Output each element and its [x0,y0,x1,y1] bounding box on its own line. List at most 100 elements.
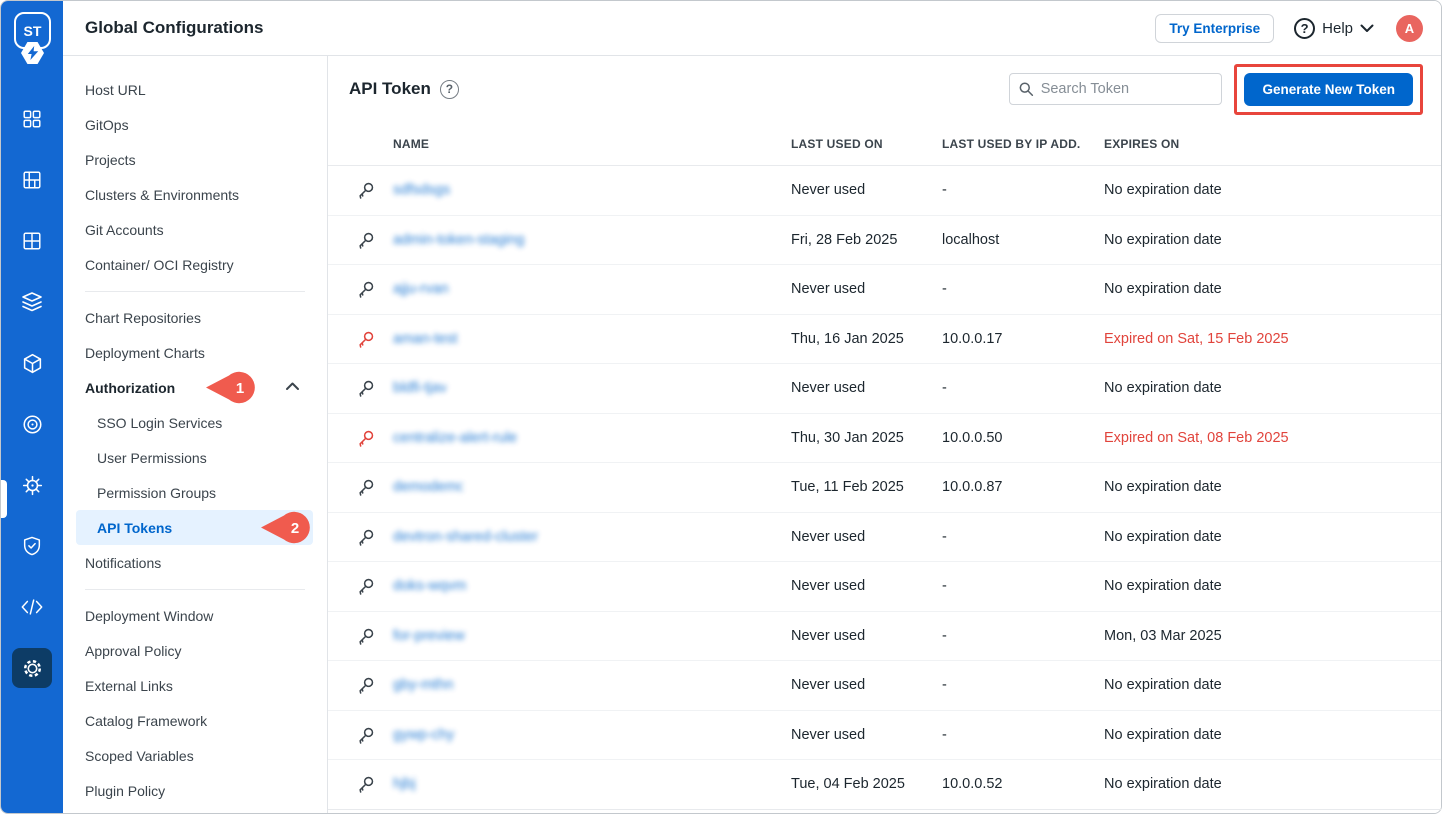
expires-on-cell: No expiration date [1104,776,1441,792]
last-used-ip-cell: 10.0.0.87 [942,479,1104,495]
column-header-expires-on: EXPIRES ON [1104,137,1441,151]
section-help-icon[interactable]: ? [440,80,459,99]
token-name-link[interactable]: ajju-rvan [393,281,459,297]
sidebar-item-host-url[interactable]: Host URL [63,72,327,107]
sidebar-item-sso-login-services[interactable]: SSO Login Services [63,405,327,440]
token-name-link[interactable]: bldfi-tjav [393,380,446,396]
expires-on-cell: Mon, 03 Mar 2025 [1104,628,1441,644]
column-header-last-used-on: LAST USED ON [791,137,942,151]
rail-apps-grid-icon[interactable] [12,99,52,139]
table-row: for-previewNever used-Mon, 03 Mar 2025 [328,612,1441,662]
rail-jobs-chart-icon[interactable] [12,160,52,200]
table-header-row: NAMELAST USED ONLAST USED BY IP ADD.EXPI… [328,122,1441,166]
sidebar-item-deployment-window[interactable]: Deployment Window [63,598,327,633]
rail-stack-layers-icon[interactable] [12,282,52,322]
rail-gear-icon[interactable] [12,648,52,688]
sidebar-item-approval-policy[interactable]: Approval Policy [63,633,327,668]
token-name-link[interactable]: sdfsdsgs [393,182,457,198]
table-row: demodemoTue, 11 Feb 202510.0.0.87No expi… [328,463,1441,513]
avatar[interactable]: A [1396,15,1423,42]
token-name-link[interactable]: aman-test [393,331,461,347]
token-name-link[interactable]: gywp-chy [393,727,461,743]
sidebar-item-deployment-charts[interactable]: Deployment Charts [63,335,327,370]
app-logo[interactable]: ST [1,1,63,85]
active-nav-indicator [1,480,7,518]
sidebar-item-scoped-variables[interactable]: Scoped Variables [63,738,327,773]
token-name-link[interactable]: doks-wqvm [393,578,469,594]
sidebar-item-label: Host URL [85,82,146,98]
sidebar-item-label: User Permissions [97,450,207,466]
app-header: Global Configurations Try Enterprise ? H… [63,1,1441,56]
try-enterprise-button[interactable]: Try Enterprise [1155,14,1274,43]
token-name-link[interactable]: admin-token-staging [393,232,533,248]
token-name-link[interactable]: hjbj [393,776,421,792]
token-name-link[interactable]: centralize-alert-rule [393,430,517,446]
sidebar-item-authorization[interactable]: Authorization 1 [63,370,327,405]
sidebar-item-notifications[interactable]: Notifications [63,545,327,580]
rail-shield-check-icon[interactable] [12,526,52,566]
sidebar-item-clusters-environments[interactable]: Clusters & Environments [63,177,327,212]
table-row: sdfsdsgsNever used-No expiration date [328,166,1441,216]
rail-helm-wheel-icon[interactable] [12,465,52,505]
table-row: gby-mthnNever used-No expiration date [328,661,1441,711]
sidebar-item-projects[interactable]: Projects [63,142,327,177]
rail-bullseye-icon[interactable] [12,404,52,444]
last-used-on-cell: Never used [791,578,942,594]
last-used-ip-cell: - [942,727,1104,743]
last-used-on-cell: Tue, 11 Feb 2025 [791,479,942,495]
sidebar-item-label: Clusters & Environments [85,187,239,203]
sidebar-item-api-tokens[interactable]: API Tokens2 [76,510,313,545]
sidebar-item-label: Authorization [85,380,175,396]
sidebar-item-catalog-framework[interactable]: Catalog Framework [63,703,327,738]
token-key-icon [356,378,376,398]
last-used-on-cell: Never used [791,380,942,396]
table-row: centralize-alert-ruleThu, 30 Jan 202510.… [328,414,1441,464]
token-key-icon [356,527,376,547]
sidebar-item-permission-groups[interactable]: Permission Groups [63,475,327,510]
rail-cube-icon[interactable] [12,343,52,383]
last-used-ip-cell: - [942,677,1104,693]
last-used-on-cell: Fri, 28 Feb 2025 [791,232,942,248]
token-key-icon [356,428,376,448]
chevron-up-icon[interactable] [285,381,300,391]
sidebar-item-label: Notifications [85,555,161,571]
token-name-link[interactable]: demodemo [393,479,463,495]
rail-code-icon[interactable] [12,587,52,627]
sidebar-item-external-links[interactable]: External Links [63,668,327,703]
sidebar-item-container-oci-registry[interactable]: Container/ OCI Registry [63,247,327,282]
sidebar-item-label: Projects [85,152,136,168]
column-header-last-used-by-ip-add: LAST USED BY IP ADD. [942,137,1104,151]
sidebar-item-label: SSO Login Services [97,415,222,431]
help-menu[interactable]: ? Help [1294,18,1374,39]
main-content: API Token ? Generate New Token NAMELAST … [328,56,1441,813]
sidebar-item-label: Deployment Window [85,608,213,624]
token-name-link[interactable]: gby-mthn [393,677,459,693]
token-name-link[interactable]: devtron-shared-cluster [393,529,546,545]
sidebar-item-label: GitOps [85,117,129,133]
sidebar-item-plugin-policy[interactable]: Plugin Policy [63,773,327,808]
last-used-ip-cell: 10.0.0.52 [942,776,1104,792]
annotation-badge-icon: 1 [204,371,260,404]
token-key-icon [356,774,376,794]
sidebar-item-gitops[interactable]: GitOps [63,107,327,142]
rail-app-groups-icon[interactable] [12,221,52,261]
token-key-icon [356,675,376,695]
table-row: ajju-rvanNever used-No expiration date [328,265,1441,315]
last-used-ip-cell: localhost [942,232,1104,248]
sidebar-item-user-permissions[interactable]: User Permissions [63,440,327,475]
search-input[interactable] [1041,81,1213,97]
sidebar-item-label: Catalog Framework [85,713,207,729]
token-name-link[interactable]: for-preview [393,628,465,644]
token-key-icon [356,477,376,497]
sidebar-item-git-accounts[interactable]: Git Accounts [63,212,327,247]
chevron-down-icon [1360,24,1374,33]
generate-new-token-button[interactable]: Generate New Token [1244,73,1413,106]
last-used-on-cell: Thu, 30 Jan 2025 [791,430,942,446]
help-icon: ? [1294,18,1315,39]
table-row: gywp-chyNever used-No expiration date [328,711,1441,761]
table-row: doks-wqvmNever used-No expiration date [328,562,1441,612]
token-key-icon [356,576,376,596]
sidebar-item-chart-repositories[interactable]: Chart Repositories [63,300,327,335]
last-used-on-cell: Never used [791,182,942,198]
last-used-ip-cell: - [942,281,1104,297]
